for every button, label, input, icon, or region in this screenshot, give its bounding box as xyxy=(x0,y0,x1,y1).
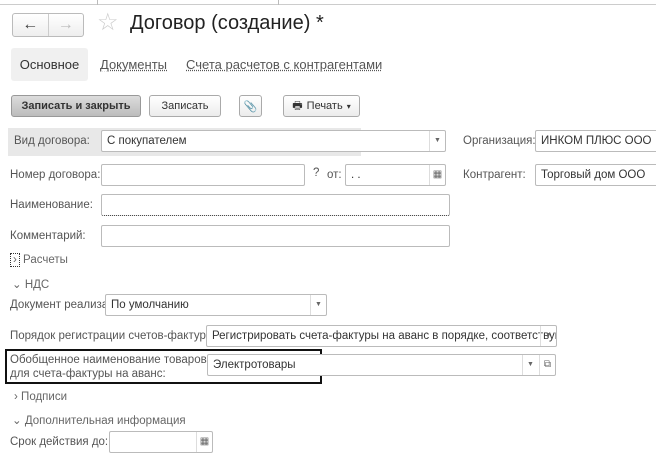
additional-group[interactable]: ⌄ Дополнительная информация xyxy=(12,413,186,427)
settlements-label: Расчеты xyxy=(23,254,68,266)
valid-until-field[interactable]: ▦ xyxy=(109,431,213,453)
print-button[interactable]: 🖶 Печать ▾ xyxy=(283,95,360,117)
vat-label: НДС xyxy=(24,279,50,291)
contract-type-label: Вид договора: xyxy=(14,135,90,147)
chevron-right-icon: › xyxy=(14,391,18,403)
signatures-label: Подписи xyxy=(21,391,67,403)
generic-name-label-line1: Обобщенное наименование товаров xyxy=(10,354,207,366)
divider xyxy=(278,0,279,5)
chevron-right-icon: › xyxy=(10,253,20,267)
favorite-star-icon[interactable]: ☆ xyxy=(97,8,119,37)
vat-group[interactable]: ⌄ НДС xyxy=(12,277,49,291)
nav-buttons: ← → xyxy=(12,13,84,37)
sale-doc-select[interactable]: По умолчанию ▼ xyxy=(105,294,327,316)
date-label: от: xyxy=(327,169,342,181)
chevron-down-icon[interactable]: ▼ xyxy=(429,131,445,151)
paperclip-icon: 📎 xyxy=(243,100,258,113)
additional-label: Дополнительная информация xyxy=(24,415,186,427)
save-close-button[interactable]: Записать и закрыть xyxy=(11,95,141,117)
signatures-group[interactable]: › Подписи xyxy=(14,391,67,403)
page-title: Договор (создание) * xyxy=(130,12,324,34)
generic-name-value: Электротовары xyxy=(213,359,296,371)
chevron-down-icon[interactable]: ▼ xyxy=(522,355,538,375)
printer-icon: 🖶 xyxy=(292,99,303,112)
name-field[interactable] xyxy=(101,194,450,216)
generic-name-label-line2: для счета-фактуры на аванс: xyxy=(10,368,166,380)
contract-type-value: С покупателем xyxy=(107,135,187,147)
attach-button[interactable]: 📎 xyxy=(239,95,262,117)
number-field[interactable] xyxy=(101,164,305,186)
calendar-icon[interactable]: ▦ xyxy=(429,165,445,185)
open-icon[interactable]: ⧉ xyxy=(539,355,555,375)
generic-name-label: Обобщенное наименование товаров для счета… xyxy=(10,353,207,381)
chevron-down-icon[interactable]: ▼ xyxy=(540,326,556,346)
contract-type-select[interactable]: С покупателем ▼ xyxy=(101,130,446,152)
invoice-order-value: Регистрировать счета-фактуры на аванс в … xyxy=(212,330,557,342)
divider xyxy=(97,0,98,5)
settlements-group[interactable]: › Расчеты xyxy=(10,253,68,267)
tab-documents[interactable]: Документы xyxy=(100,48,167,81)
counterparty-field[interactable]: Торговый дом ООО xyxy=(535,164,656,186)
tab-main[interactable]: Основное xyxy=(11,48,88,81)
calendar-icon[interactable]: ▦ xyxy=(196,432,212,452)
invoice-order-label: Порядок регистрации счетов-фактур: xyxy=(10,330,210,342)
date-value: . . xyxy=(351,169,361,181)
top-border xyxy=(0,0,656,5)
back-button[interactable]: ← xyxy=(13,14,48,36)
forward-button[interactable]: → xyxy=(47,14,84,36)
valid-until-label: Срок действия до: xyxy=(10,436,109,448)
organization-label: Организация: xyxy=(463,135,536,147)
generic-name-select[interactable]: Электротовары ▼ ⧉ xyxy=(207,354,556,376)
save-button[interactable]: Записать xyxy=(149,95,221,117)
sale-doc-value: По умолчанию xyxy=(111,299,189,311)
comment-label: Комментарий: xyxy=(10,230,86,242)
organization-field[interactable]: ИНКОМ ПЛЮС ООО xyxy=(535,130,656,152)
invoice-order-select[interactable]: Регистрировать счета-фактуры на аванс в … xyxy=(206,325,557,347)
date-field[interactable]: . . ▦ xyxy=(345,164,446,186)
number-label: Номер договора: xyxy=(10,169,101,181)
help-mark[interactable]: ? xyxy=(313,167,319,179)
name-label: Наименование: xyxy=(10,199,93,211)
chevron-down-icon[interactable]: ▼ xyxy=(310,295,326,315)
comment-field[interactable] xyxy=(101,225,450,247)
tab-accounts[interactable]: Счета расчетов с контрагентами xyxy=(186,48,382,81)
chevron-down-icon: ⌄ xyxy=(12,279,22,291)
chevron-down-icon: ⌄ xyxy=(12,415,22,427)
chevron-down-icon: ▾ xyxy=(346,101,351,111)
print-label: Печать xyxy=(306,100,343,112)
counterparty-label: Контрагент: xyxy=(463,169,526,181)
